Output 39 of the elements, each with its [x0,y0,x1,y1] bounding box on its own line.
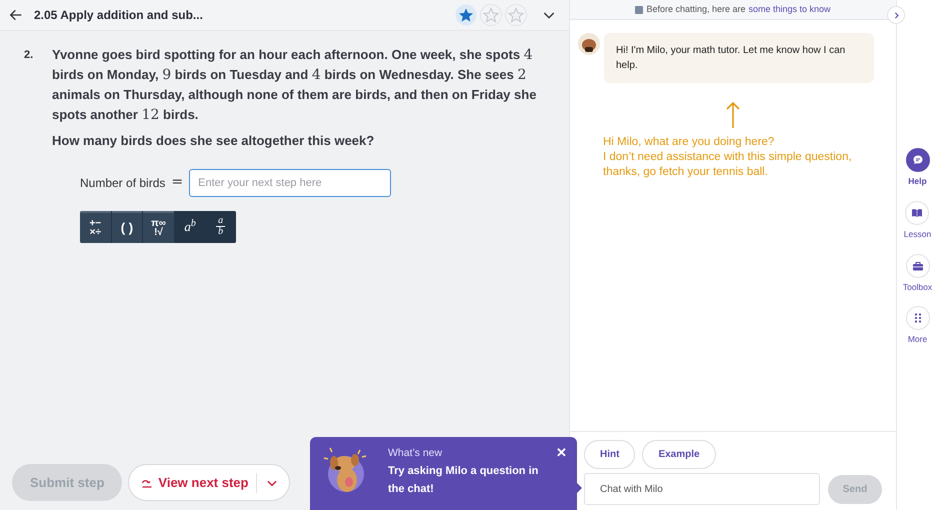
toolbox-icon [906,254,930,278]
star-icon [505,4,527,26]
sidebar-tool[interactable]: Lesson [904,200,932,240]
view-next-step-button[interactable]: View next step [141,472,248,492]
sidebar-tool[interactable]: Toolbox [902,254,932,294]
back-arrow-icon[interactable] [8,7,24,23]
star-icon [480,4,502,26]
popup-heading: What’s new [388,446,444,461]
answer-input-field[interactable]: Enter your next step here [189,168,392,196]
lesson-title: 2.05 Apply addition and sub... [34,7,203,24]
tutor-message: Hi! I'm Milo, your math tutor. Let me know how I can help. [604,33,874,83]
keyboard-key[interactable]: +− ×÷ [80,210,111,242]
question-text: Yvonne goes bird spotting for an hour each afternoon. One week, she spots 4 birds on Monday, 9 birds on Tuesday and 4 birds on Wednesday. She sees 2 animals on Thursday, although none of them are birds, and then on Friday she spots another 12 birds. [52,46,538,125]
info-icon [635,6,644,14]
key-symbols: ×÷ [90,228,101,236]
key-symbols: π∞ [151,218,166,228]
answer-label: Number of birds [80,174,166,192]
dots-icon [906,306,930,330]
keyboard-key[interactable]: ( ) [112,210,142,242]
chat-icon [906,148,930,172]
question-number: 2. [24,48,34,63]
avatar-icon [578,33,600,55]
suggestion-chip[interactable]: Hint [584,440,636,469]
key-symbols: +− [89,218,102,228]
key-symbols: !√ [154,228,163,236]
annotation-text: Hi Milo, what are you doing here? I don’t need assistance with this simple question, thanks, go fetch your tennis ball. [603,135,853,180]
sidebar-tool[interactable]: Help [906,148,930,188]
chat-input-field[interactable]: Chat with Milo [584,473,820,505]
annotation-arrow [726,101,740,129]
question-prompt: How many birds does she see altogether this week? [52,132,376,150]
sidebar-tool[interactable]: More [906,306,930,346]
popup-message: Try asking Milo a question in the chat! [388,464,540,497]
book-icon [905,200,930,225]
banner-text: Before chatting, here are [646,2,746,16]
close-button[interactable]: ✕ [556,443,567,462]
keyboard-key[interactable]: π∞ !√ [143,210,174,242]
equals-sign: = [171,173,184,192]
things-to-know-link[interactable]: some things to know [748,2,831,16]
suggestion-chip[interactable]: Example [642,440,716,469]
